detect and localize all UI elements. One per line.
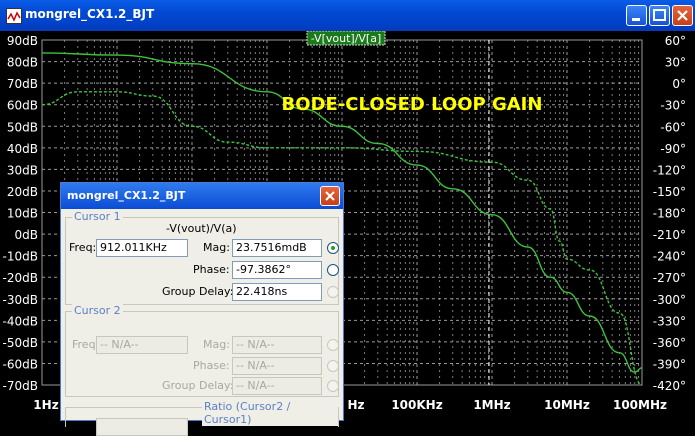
cursor1-trace: -V(vout)/V(a) <box>166 222 237 235</box>
left-tick-label: 10dB <box>7 207 38 221</box>
cursor2-phase-field[interactable]: -- N/A-- <box>232 357 322 375</box>
cursor2-mag-field[interactable]: -- N/A-- <box>232 336 322 354</box>
cursor2-group-delay-field[interactable]: -- N/A-- <box>232 377 322 395</box>
right-tick-label: -330° <box>653 314 686 328</box>
left-tick-label: -50dB <box>3 336 38 350</box>
right-tick-label: -120° <box>653 163 686 177</box>
dialog-title-bar[interactable]: mongrel_CX1.2_BJT <box>61 183 343 209</box>
cursor2-phase-radio[interactable] <box>327 360 339 372</box>
x-tick-label: 100MHz <box>613 398 667 412</box>
cursor1-freq-label: Freq: <box>69 241 97 254</box>
window-title: mongrel_CX1.2_BJT <box>25 7 155 21</box>
cursor-dialog: mongrel_CX1.2_BJT Cursor 1 -V(vout)/V(a)… <box>60 182 344 436</box>
cursor2-group: Cursor 2 Freq: -- N/A-- Mag: -- N/A-- Ph… <box>65 304 339 397</box>
x-tick-label: 1Hz <box>33 398 58 412</box>
right-tick-label: 60° <box>665 34 686 48</box>
cursor2-group-delay-label: Group Delay: <box>162 379 234 392</box>
ratio-label: Ratio (Cursor2 / Cursor1) <box>202 400 338 426</box>
cursor1-freq-field[interactable]: 912.011KHz <box>96 239 188 257</box>
cursor1-phase-label: Phase: <box>193 263 230 276</box>
right-tick-label: -420° <box>653 379 686 393</box>
cursor1-label: Cursor 1 <box>72 210 123 223</box>
right-tick-label: -240° <box>653 250 686 264</box>
left-tick-label: -60dB <box>3 357 38 371</box>
left-tick-label: -10dB <box>3 250 38 264</box>
cursor1-group-delay-field[interactable]: 22.418ns <box>232 283 322 301</box>
maximize-button[interactable] <box>649 5 670 26</box>
cursor1-phase-field[interactable]: -97.3862° <box>232 261 322 279</box>
cursor1-mag-field[interactable]: 23.7516mdB <box>232 239 322 257</box>
x-tick-label: Hz <box>347 398 364 412</box>
right-tick-label: -180° <box>653 207 686 221</box>
x-tick-label: 1MHz <box>473 398 510 412</box>
left-tick-label: 30dB <box>7 163 38 177</box>
cursor1-group-delay-label: Group Delay: <box>162 285 234 298</box>
left-tick-label: 60dB <box>7 99 38 113</box>
left-tick-label: -20dB <box>3 271 38 285</box>
bode-annotation: BODE-CLOSED LOOP GAIN <box>282 94 543 115</box>
right-tick-label: -300° <box>653 293 686 307</box>
trace-label: -V[vout]/V[a] <box>311 32 382 45</box>
dialog-close-button[interactable] <box>320 186 340 206</box>
cursor2-mag-label: Mag: <box>203 338 230 351</box>
cursor1-mag-radio[interactable] <box>327 242 339 254</box>
cursor2-mag-radio[interactable] <box>327 339 339 351</box>
cursor1-phase-radio[interactable] <box>327 264 339 276</box>
ratio-group: Ratio (Cursor2 / Cursor1) <box>65 400 339 436</box>
minimize-button[interactable] <box>626 5 647 26</box>
left-tick-label: -30dB <box>3 293 38 307</box>
right-tick-label: -90° <box>660 142 686 156</box>
right-tick-label: 30° <box>665 56 686 70</box>
left-tick-label: 80dB <box>7 56 38 70</box>
title-bar: mongrel_CX1.2_BJT <box>0 0 695 31</box>
cursor2-phase-label: Phase: <box>193 359 230 372</box>
cursor2-freq-field[interactable]: -- N/A-- <box>96 336 188 354</box>
cursor2-group-delay-radio[interactable] <box>327 380 339 392</box>
cursor1-mag-label: Mag: <box>203 241 230 254</box>
right-tick-label: -210° <box>653 228 686 242</box>
left-tick-label: 50dB <box>7 120 38 134</box>
x-tick-label: 10MHz <box>544 398 590 412</box>
right-tick-label: 0° <box>672 77 686 91</box>
x-tick-label: 100KHz <box>391 398 442 412</box>
cursor2-label: Cursor 2 <box>72 304 123 317</box>
right-tick-label: -270° <box>653 271 686 285</box>
right-tick-label: -390° <box>653 357 686 371</box>
right-tick-label: -60° <box>660 120 686 134</box>
right-tick-label: -360° <box>653 336 686 350</box>
left-tick-label: 20dB <box>7 185 38 199</box>
waveform-app-icon <box>6 8 22 24</box>
left-tick-label: -40dB <box>3 314 38 328</box>
left-tick-label: 0dB <box>15 228 38 242</box>
left-tick-label: 70dB <box>7 77 38 91</box>
left-tick-label: 90dB <box>7 34 38 48</box>
right-tick-label: -30° <box>660 99 686 113</box>
cursor1-group-delay-radio[interactable] <box>327 286 339 298</box>
close-button[interactable] <box>672 5 693 26</box>
left-tick-label: -70dB <box>3 379 38 393</box>
cursor1-group: Cursor 1 -V(vout)/V(a) Freq: 912.011KHz … <box>65 210 339 305</box>
right-tick-label: -150° <box>653 185 686 199</box>
dialog-title: mongrel_CX1.2_BJT <box>67 189 186 202</box>
left-tick-label: 40dB <box>7 142 38 156</box>
